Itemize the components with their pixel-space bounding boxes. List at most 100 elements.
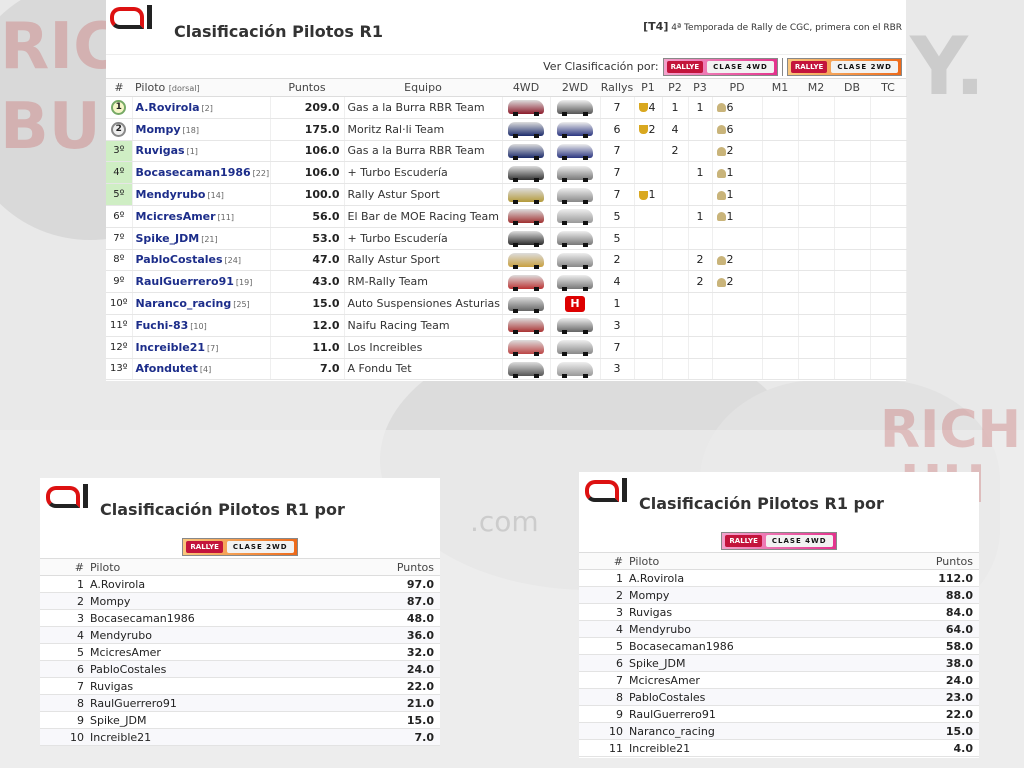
car-2wd-icon bbox=[557, 340, 593, 357]
driver-link[interactable]: Ruvigas bbox=[136, 144, 185, 157]
filter-4wd-button[interactable]: RALLYE CLASE 4WD bbox=[662, 57, 778, 76]
car-2wd-cell bbox=[550, 249, 601, 272]
dorsal: [24] bbox=[224, 256, 241, 266]
position-cell: 2 bbox=[106, 118, 133, 141]
filter-label: Ver Clasificación por: bbox=[543, 60, 659, 73]
driver-link[interactable]: Afondutet bbox=[136, 362, 198, 375]
car-4wd-cell bbox=[502, 314, 551, 337]
driver-cell: Mompy [18] bbox=[132, 118, 271, 141]
dorsal: [25] bbox=[233, 300, 250, 310]
driver-link[interactable]: RaulGuerrero91 bbox=[136, 275, 234, 288]
watermark: RICH bbox=[880, 400, 1022, 460]
position-cell: 1 bbox=[579, 569, 629, 587]
team-cell: El Bar de MOE Racing Team bbox=[344, 205, 503, 228]
car-4wd-cell bbox=[502, 358, 551, 381]
position-cell: 4 bbox=[40, 626, 90, 644]
table-row: 12ºIncreible21[7]11.0Los Increibles7INC bbox=[106, 336, 907, 359]
m1-cell bbox=[762, 249, 799, 272]
p3-cell bbox=[688, 227, 713, 250]
table-row: 9 RaulGuerrero91 22.0 bbox=[579, 705, 979, 723]
table-row: 1 A.Rovirola 97.0 bbox=[40, 575, 440, 593]
rallys-cell: 7 bbox=[600, 140, 635, 163]
points-cell: 15.0 bbox=[337, 711, 440, 729]
p1-cell bbox=[634, 161, 663, 185]
pd-value: 2 bbox=[726, 144, 734, 158]
table-row: 2Mompy[18]175.0Moritz Ral·li Team6246MOM bbox=[106, 118, 907, 141]
driver-link[interactable]: Fuchi-83 bbox=[136, 319, 189, 332]
db-cell bbox=[834, 96, 871, 119]
col-piloto-label: Piloto bbox=[135, 81, 166, 94]
points-cell: 56.0 bbox=[270, 205, 345, 228]
class-filter-bar: RALLYE CLASE 2WD bbox=[40, 536, 440, 558]
driver-link[interactable]: Mendyrubo bbox=[136, 188, 206, 201]
car-2wd-icon bbox=[557, 165, 593, 182]
driver-cell: A.Rovirola [2] bbox=[132, 96, 271, 119]
standings-2wd-panel: Clasificación Pilotos R1 por RALLYE CLAS… bbox=[40, 478, 440, 746]
podium-icon bbox=[716, 212, 726, 222]
points-cell: 24.0 bbox=[876, 671, 979, 689]
driver-cell: McicresAmer bbox=[90, 643, 338, 661]
team-cell: Rally Astur Sport bbox=[344, 249, 503, 272]
filter-2wd-button[interactable]: RALLYE CLASE 2WD bbox=[182, 538, 298, 556]
driver-link[interactable]: Bocasecaman1986 bbox=[136, 166, 251, 179]
car-4wd-icon bbox=[508, 122, 544, 139]
tc-cell bbox=[870, 227, 907, 250]
col-p3: P3 bbox=[688, 78, 712, 97]
car-4wd-cell bbox=[502, 183, 551, 206]
r1-logo bbox=[585, 478, 627, 502]
p1-cell bbox=[634, 140, 663, 163]
db-cell bbox=[834, 270, 871, 294]
driver-link[interactable]: Increible21 bbox=[136, 341, 206, 354]
tc-cell bbox=[870, 96, 907, 119]
points-cell: 24.0 bbox=[337, 660, 440, 678]
podium-icon bbox=[716, 103, 726, 113]
points-cell: 64.0 bbox=[876, 620, 979, 638]
col-pos: # bbox=[106, 78, 132, 97]
col-pd: PD bbox=[712, 78, 762, 97]
table-row: 1 A.Rovirola [2] 209.0 Gas a la Burra RBR Te… bbox=[106, 96, 907, 119]
p2-cell: 2 bbox=[662, 140, 689, 163]
driver-cell: Naranco_racing bbox=[629, 722, 877, 740]
driver-link[interactable]: Mompy bbox=[136, 123, 181, 136]
panel-header: Clasificación Pilotos R1 por bbox=[40, 478, 440, 536]
driver-link[interactable]: A.Rovirola bbox=[136, 101, 200, 114]
rallye-label: RALLYE bbox=[725, 535, 762, 547]
driver-link[interactable]: Spike_JDM bbox=[136, 232, 200, 245]
points-cell: 21.0 bbox=[337, 694, 440, 712]
points-cell: 38.0 bbox=[876, 654, 979, 672]
driver-link[interactable]: McicresAmer bbox=[136, 210, 216, 223]
m1-cell bbox=[762, 96, 799, 119]
position-cell: 11 bbox=[579, 739, 629, 757]
p3-cell bbox=[688, 336, 713, 359]
position-cell: 13º bbox=[106, 358, 133, 381]
pd-cell bbox=[712, 358, 763, 381]
team-cell: Gas a la Burra RBR Team bbox=[344, 140, 503, 163]
position-cell: 5 bbox=[579, 637, 629, 655]
points-cell: 43.0 bbox=[270, 270, 345, 294]
m2-cell bbox=[798, 183, 835, 206]
car-4wd-icon bbox=[508, 165, 544, 182]
pd-value: 6 bbox=[726, 100, 734, 114]
filter-2wd-button[interactable]: RALLYE CLASE 2WD bbox=[786, 57, 902, 76]
filter-bar: Ver Clasificación por: RALLYE CLASE 4WD … bbox=[106, 54, 906, 78]
position-cell: 5º bbox=[106, 183, 133, 206]
m2-cell bbox=[798, 314, 835, 337]
m1-cell bbox=[762, 118, 799, 141]
car-4wd-icon bbox=[508, 340, 544, 357]
page-title: Clasificación Pilotos R1 bbox=[174, 22, 383, 41]
car-4wd-icon bbox=[508, 296, 544, 313]
col-equipo: Equipo bbox=[344, 78, 502, 97]
p1-cell bbox=[634, 336, 663, 359]
table-row: 9º RaulGuerrero91 [19] 43.0 RM-Rally Team 4 2 2… bbox=[106, 270, 907, 294]
filter-4wd-button[interactable]: RALLYE CLASE 4WD bbox=[721, 532, 837, 550]
standings-body: 1 A.Rovirola [2] 209.0 Gas a la Burra RBR Te… bbox=[106, 96, 907, 381]
driver-link[interactable]: Naranco_racing bbox=[136, 297, 232, 310]
standings-4wd-table: # Piloto Puntos 1 A.Rovirola 112.0 2 Mompy 88… bbox=[579, 552, 979, 757]
class-label: CLASE 4WD bbox=[765, 535, 833, 547]
car-4wd-cell bbox=[502, 227, 551, 250]
car-4wd-cell bbox=[502, 270, 551, 294]
driver-cell: Ruvigas bbox=[90, 677, 338, 695]
driver-link[interactable]: PabloCostales bbox=[136, 253, 223, 266]
points-cell: 88.0 bbox=[876, 586, 979, 604]
points-cell: 106.0 bbox=[270, 140, 345, 163]
